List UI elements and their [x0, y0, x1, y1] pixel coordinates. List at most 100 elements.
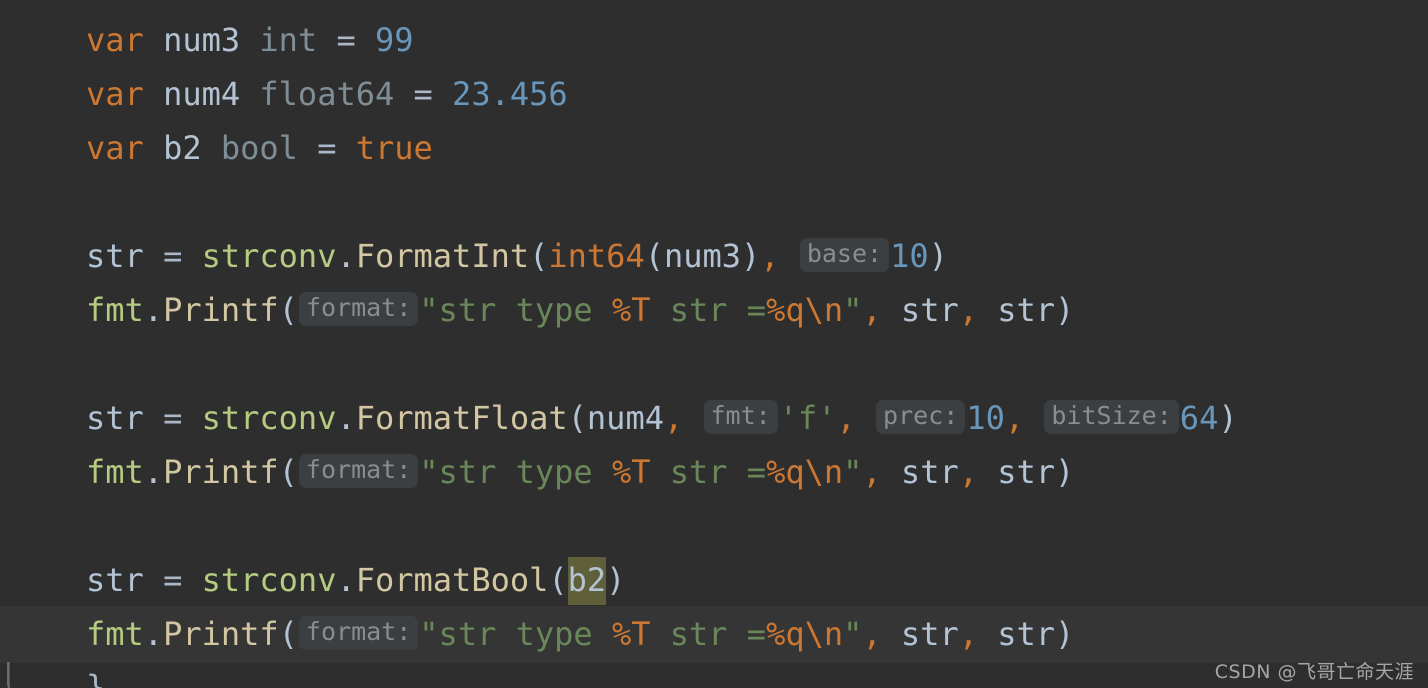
code-token: )	[1055, 453, 1075, 491]
code-token: Printf	[163, 291, 279, 329]
code-token: (	[548, 561, 568, 599]
line-var-num3[interactable]: var num3 int = 99	[86, 13, 414, 67]
code-token: num4	[163, 75, 241, 113]
code-token: str	[86, 237, 144, 275]
inline-parameter-hint[interactable]: bitSize:	[1044, 400, 1179, 434]
code-token: ,	[862, 291, 882, 329]
code-token: %q	[766, 615, 805, 653]
code-token: =	[394, 75, 453, 113]
code-token: str	[86, 399, 144, 437]
code-token: float64	[259, 75, 395, 113]
code-editor[interactable]: var num3 int = 99 var num4 float64 = 23.4…	[0, 0, 1428, 688]
code-token: \n	[804, 453, 844, 491]
inline-parameter-hint[interactable]: format:	[298, 292, 419, 326]
code-token: %q	[766, 453, 805, 491]
line-formatfloat[interactable]: str = strconv.FormatFloat(num4, fmt:'f',…	[86, 391, 1238, 445]
code-token: )	[741, 237, 761, 275]
code-token: "	[843, 615, 863, 653]
code-token: .	[143, 615, 164, 653]
code-token: true	[355, 129, 433, 167]
code-token: 99	[374, 21, 414, 59]
code-token: .	[143, 291, 164, 329]
code-token: int	[259, 21, 318, 59]
line-var-b2[interactable]: var b2 bool = true	[86, 121, 433, 175]
code-token: "	[419, 291, 439, 329]
code-token: %T	[611, 453, 651, 491]
inline-parameter-hint[interactable]: prec:	[876, 400, 966, 434]
code-token: (	[278, 615, 298, 653]
inline-parameter-hint[interactable]: fmt:	[703, 400, 778, 434]
line-var-num4[interactable]: var num4 float64 = 23.456	[86, 67, 568, 121]
code-token: )	[1218, 399, 1238, 437]
line-formatint[interactable]: str = strconv.FormatInt(int64(num3), bas…	[86, 229, 948, 283]
line-printf-float[interactable]: fmt.Printf(format: "str type %T str =%q\n…	[86, 445, 1074, 499]
code-token: ,	[958, 291, 978, 329]
code-token: fmt	[86, 615, 144, 653]
code-token: (	[567, 399, 587, 437]
inline-parameter-hint[interactable]: format:	[298, 616, 419, 650]
code-token: str type	[438, 615, 612, 653]
code-token: =	[297, 129, 356, 167]
code-token: str	[997, 615, 1056, 653]
code-token: .	[336, 399, 356, 437]
code-token: (	[278, 291, 298, 329]
code-token: ,	[760, 237, 780, 275]
code-token: str =	[650, 291, 767, 329]
selected-identifier[interactable]: b2	[567, 557, 607, 605]
code-token: str type	[438, 291, 612, 329]
line-formatbool[interactable]: str = strconv.FormatBool(b2)	[86, 553, 625, 607]
code-token: 'f'	[778, 399, 837, 437]
inline-parameter-hint[interactable]: base:	[799, 238, 890, 272]
code-token: (	[644, 237, 664, 275]
code-token: )	[606, 561, 626, 599]
code-token: ,	[1004, 399, 1025, 437]
code-token: 64	[1179, 399, 1219, 437]
code-token: str	[900, 453, 959, 491]
closing-brace: }	[86, 668, 106, 688]
code-token: )	[1055, 291, 1075, 329]
code-token: int64	[548, 237, 645, 275]
code-token: ,	[663, 399, 684, 437]
code-token: FormatInt	[355, 237, 530, 275]
code-token: strconv	[201, 399, 337, 437]
code-token: b2	[163, 129, 202, 167]
code-text-area[interactable]: var num3 int = 99 var num4 float64 = 23.4…	[0, 0, 1428, 688]
code-token: %T	[611, 291, 651, 329]
code-token: ,	[958, 615, 978, 653]
code-token: FormatFloat	[355, 399, 568, 437]
code-token: 23.456	[452, 75, 568, 113]
code-token: bool	[220, 129, 298, 167]
code-token: str	[997, 291, 1056, 329]
code-token: str	[900, 615, 959, 653]
line-printf-int[interactable]: fmt.Printf(format: "str type %T str =%q\n…	[86, 283, 1074, 337]
code-token: str	[86, 561, 144, 599]
code-token: =	[143, 237, 202, 275]
code-token: str =	[650, 615, 767, 653]
code-token: Printf	[163, 453, 279, 491]
code-token: num3	[163, 21, 241, 59]
code-token: "	[843, 453, 863, 491]
code-token: )	[1055, 615, 1075, 653]
code-token: strconv	[201, 237, 337, 275]
code-token: .	[336, 237, 356, 275]
code-token: str type	[438, 453, 612, 491]
code-token: (	[278, 453, 298, 491]
line-printf-bool[interactable]: fmt.Printf(format: "str type %T str =%q\n…	[86, 607, 1074, 661]
code-token: "	[419, 615, 439, 653]
code-token: ,	[862, 453, 882, 491]
code-token: (	[529, 237, 549, 275]
code-token: str	[997, 453, 1056, 491]
code-token: %q	[766, 291, 805, 329]
code-token: "	[843, 291, 863, 329]
inline-parameter-hint[interactable]: format:	[298, 454, 419, 488]
